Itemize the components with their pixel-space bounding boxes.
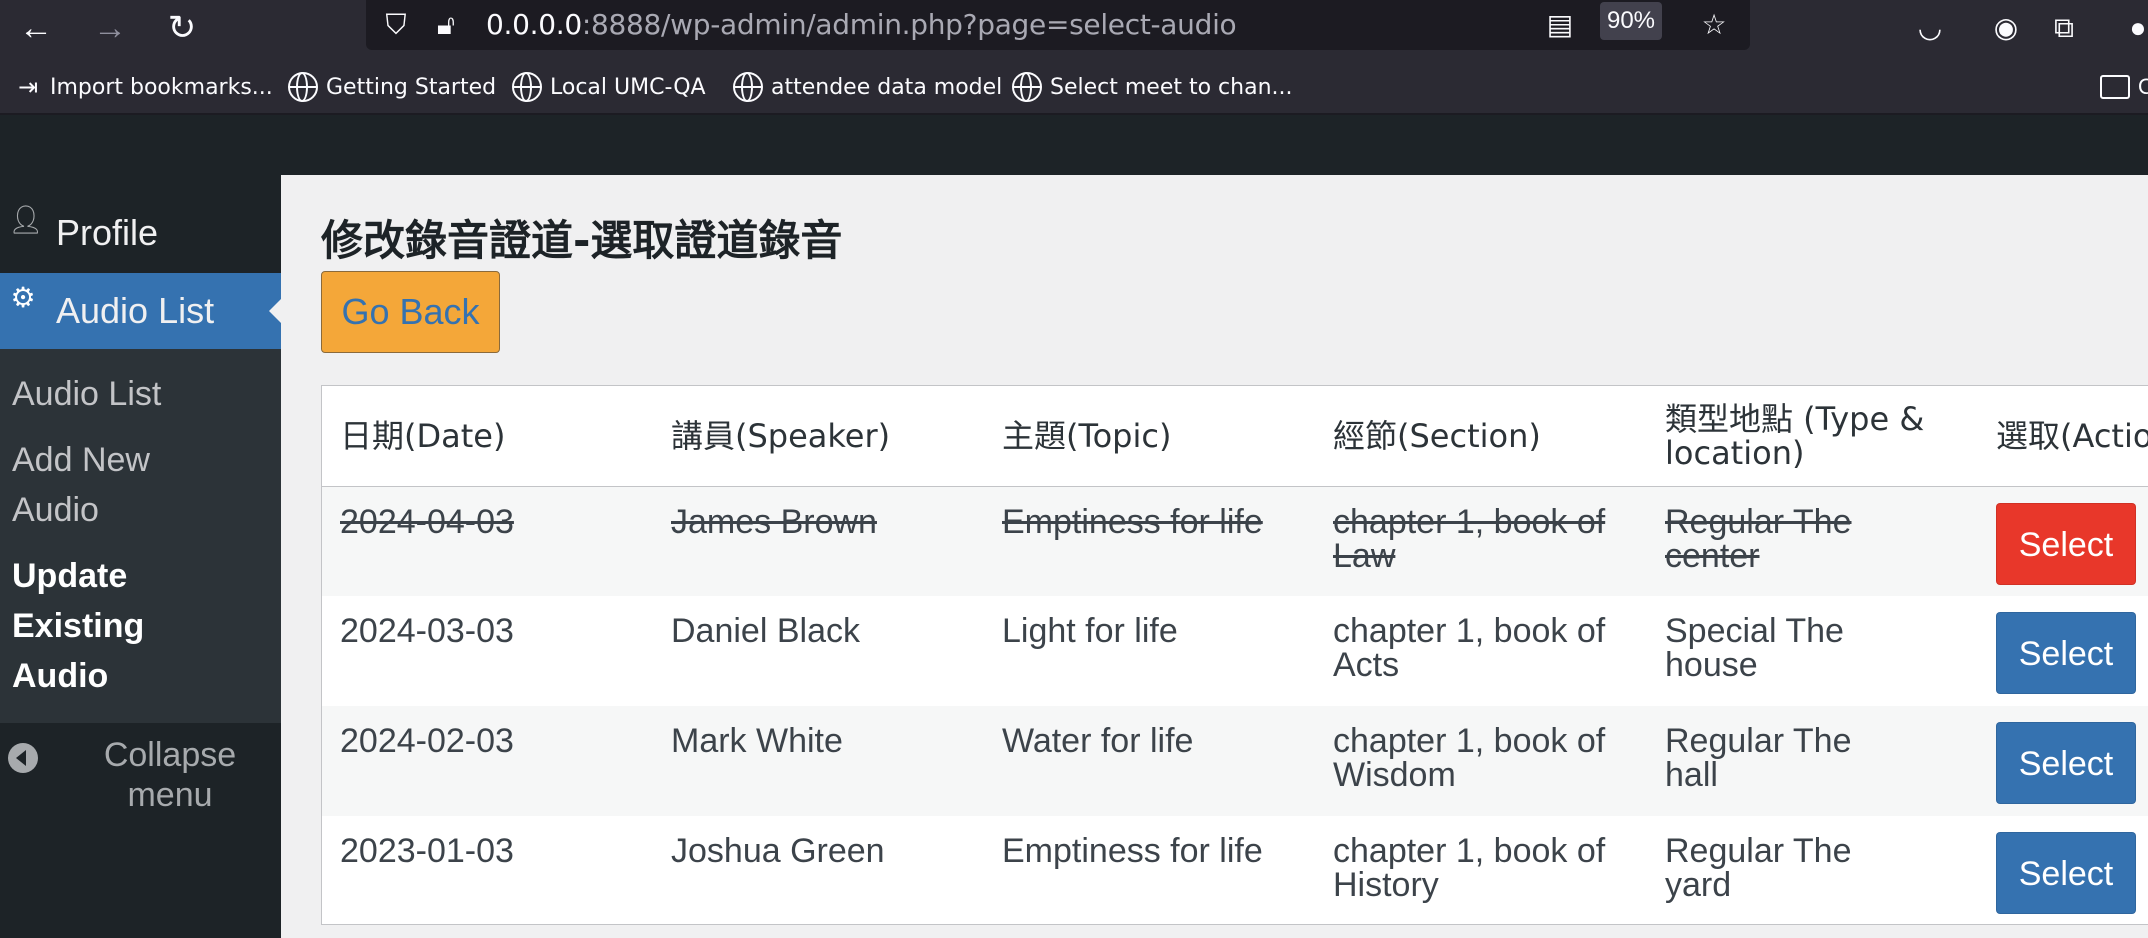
bookmark-label: Select meet to chan...: [1050, 74, 1293, 100]
cell-date: 2024-03-03: [340, 612, 514, 650]
select-button[interactable]: Select: [1996, 832, 2136, 914]
bookmark-label: Getting Started: [326, 74, 497, 100]
table-row: 2024-04-03 James Brown Emptiness for lif…: [322, 486, 2148, 596]
select-button[interactable]: Select: [1996, 612, 2136, 694]
cell-speaker: Mark White: [653, 706, 984, 816]
reader-view-icon[interactable]: ▤: [1542, 7, 1578, 43]
globe-icon: [288, 72, 318, 102]
user-icon: 👤︎: [8, 204, 44, 235]
go-back-button[interactable]: Go Back: [321, 271, 500, 353]
cell-topic: Water for life: [984, 706, 1315, 816]
submenu-audio-list[interactable]: Audio List: [0, 363, 281, 429]
admin-sidebar: 👤︎ Profile ⚙ Audio List Audio List Add N…: [0, 175, 281, 938]
collapse-menu-button[interactable]: Collapse menu: [0, 735, 281, 835]
collapse-menu-label: Collapse menu: [103, 736, 237, 814]
column-header-speaker: 講員(Speaker): [653, 386, 984, 487]
globe-icon: [1012, 72, 1042, 102]
cell-type-location: Regular The hall: [1647, 706, 1978, 816]
cell-type-location: Regular The center: [1647, 486, 1978, 596]
collapse-arrow-icon: [8, 743, 38, 773]
extensions-puzzle-icon[interactable]: ⧉: [2044, 8, 2084, 48]
bookmark-label: Local UMC-QA: [550, 74, 706, 100]
import-icon: ⇥: [17, 73, 39, 101]
bookmarks-bar: ⇥ Import bookmarks... Getting Started Lo…: [0, 58, 2148, 115]
cell-section: chapter 1, book of Law: [1315, 486, 1647, 596]
globe-icon: [512, 72, 542, 102]
url-path: :8888/wp-admin/admin.php?page=select-aud…: [581, 8, 1237, 41]
shield-icon[interactable]: ⛉: [378, 7, 414, 43]
sidebar-item-audio-list[interactable]: ⚙ Audio List: [0, 273, 281, 349]
cell-action: Select: [1978, 706, 2148, 816]
reload-icon[interactable]: ↻: [160, 6, 204, 50]
insecure-lock-icon[interactable]: 🔓︎: [428, 7, 464, 43]
back-arrow-icon[interactable]: ←: [14, 6, 58, 50]
wp-admin-bar: [0, 117, 2148, 175]
table-row: 2024-02-03 Mark White Water for life cha…: [322, 706, 2148, 816]
bookmark-attendee-data-model[interactable]: attendee data model: [733, 70, 1002, 104]
bookmark-select-meet[interactable]: Select meet to chan...: [1012, 70, 1293, 104]
audio-table: 日期(Date) 講員(Speaker) 主題(Topic) 經節(Sectio…: [321, 385, 2148, 925]
gear-icon: ⚙: [10, 282, 36, 313]
zoom-level-badge[interactable]: 90%: [1600, 2, 1662, 40]
sidebar-item-label: Profile: [56, 212, 159, 253]
cell-speaker: James Brown: [653, 486, 984, 596]
cell-topic: Emptiness for life: [1002, 832, 1263, 870]
sidebar-item-profile[interactable]: 👤︎ Profile: [0, 195, 281, 271]
column-header-action: 選取(Action): [1978, 386, 2148, 487]
bookmark-getting-started[interactable]: Getting Started: [288, 70, 496, 104]
submenu-add-new-audio[interactable]: Add New Audio: [0, 429, 200, 545]
other-bookmarks[interactable]: O: [2100, 70, 2148, 104]
url-host: 0.0.0.0: [486, 8, 582, 41]
select-button[interactable]: Select: [1996, 722, 2136, 804]
cell-topic: Light for life: [1002, 612, 1178, 650]
cell-section: chapter 1, book of History: [1333, 832, 1606, 904]
globe-icon: [733, 72, 763, 102]
audio-submenu: Audio List Add New Audio Update Existing…: [0, 349, 281, 723]
other-bookmarks-label: O: [2138, 74, 2148, 99]
cell-speaker: Daniel Black: [671, 612, 860, 650]
cell-action: Select: [1978, 486, 2148, 596]
table-row: 2024-03-03 Daniel Black Light for life c…: [322, 596, 2148, 706]
cell-type-location: Special The house: [1665, 612, 1844, 684]
forward-arrow-icon[interactable]: →: [88, 6, 132, 50]
url-bar[interactable]: ⛉ 🔓︎ 0.0.0.0:8888/wp-admin/admin.php?pag…: [366, 0, 1750, 50]
column-header-date: 日期(Date): [322, 386, 653, 487]
bookmark-star-icon[interactable]: ☆: [1696, 7, 1732, 43]
cell-speaker: Joshua Green: [671, 832, 885, 870]
browser-toolbar: ← → ↻ ⛉ 🔓︎ 0.0.0.0:8888/wp-admin/admin.p…: [0, 0, 2148, 58]
cell-date: 2024-02-03: [322, 706, 653, 816]
cell-date: 2024-04-03: [322, 486, 653, 596]
cell-topic: Emptiness for life: [984, 486, 1315, 596]
bookmark-label: Import bookmarks...: [50, 74, 273, 100]
cell-action: Select: [1978, 596, 2148, 706]
cell-action: Select: [1978, 816, 2148, 926]
submenu-update-existing-audio[interactable]: Update Existing Audio: [0, 545, 200, 711]
table-header-row: 日期(Date) 講員(Speaker) 主題(Topic) 經節(Sectio…: [322, 386, 2148, 487]
bookmark-import[interactable]: ⇥ Import bookmarks...: [14, 70, 273, 104]
cell-type-location: Regular The yard: [1665, 832, 1852, 904]
column-header-topic: 主題(Topic): [984, 386, 1315, 487]
folder-icon: [2100, 75, 2130, 99]
bookmark-local-umc-qa[interactable]: Local UMC-QA: [512, 70, 706, 104]
column-header-section: 經節(Section): [1315, 386, 1647, 487]
main-content: 修改錄音證道-選取證道錄音 Go Back 日期(Date) 講員(Speake…: [281, 175, 2148, 938]
bookmark-label: attendee data model: [771, 74, 1003, 100]
sidebar-item-label: Audio List: [56, 290, 215, 331]
table-row: 2023-01-03 Joshua Green Emptiness for li…: [322, 816, 2148, 926]
pocket-icon[interactable]: ◡: [1910, 8, 1950, 48]
page-title: 修改錄音證道-選取證道錄音: [321, 216, 843, 265]
column-header-type-location: 類型地點 (Type & location): [1647, 386, 1978, 487]
cell-date: 2023-01-03: [340, 832, 514, 870]
extension-avatar-icon[interactable]: ●: [2118, 8, 2148, 48]
url-text[interactable]: 0.0.0.0:8888/wp-admin/admin.php?page=sel…: [486, 8, 1237, 42]
account-icon[interactable]: ◉: [1986, 8, 2026, 48]
cell-section: chapter 1, book of Acts: [1333, 612, 1606, 684]
select-button[interactable]: Select: [1996, 502, 2136, 585]
cell-section: chapter 1, book of Wisdom: [1315, 706, 1647, 816]
